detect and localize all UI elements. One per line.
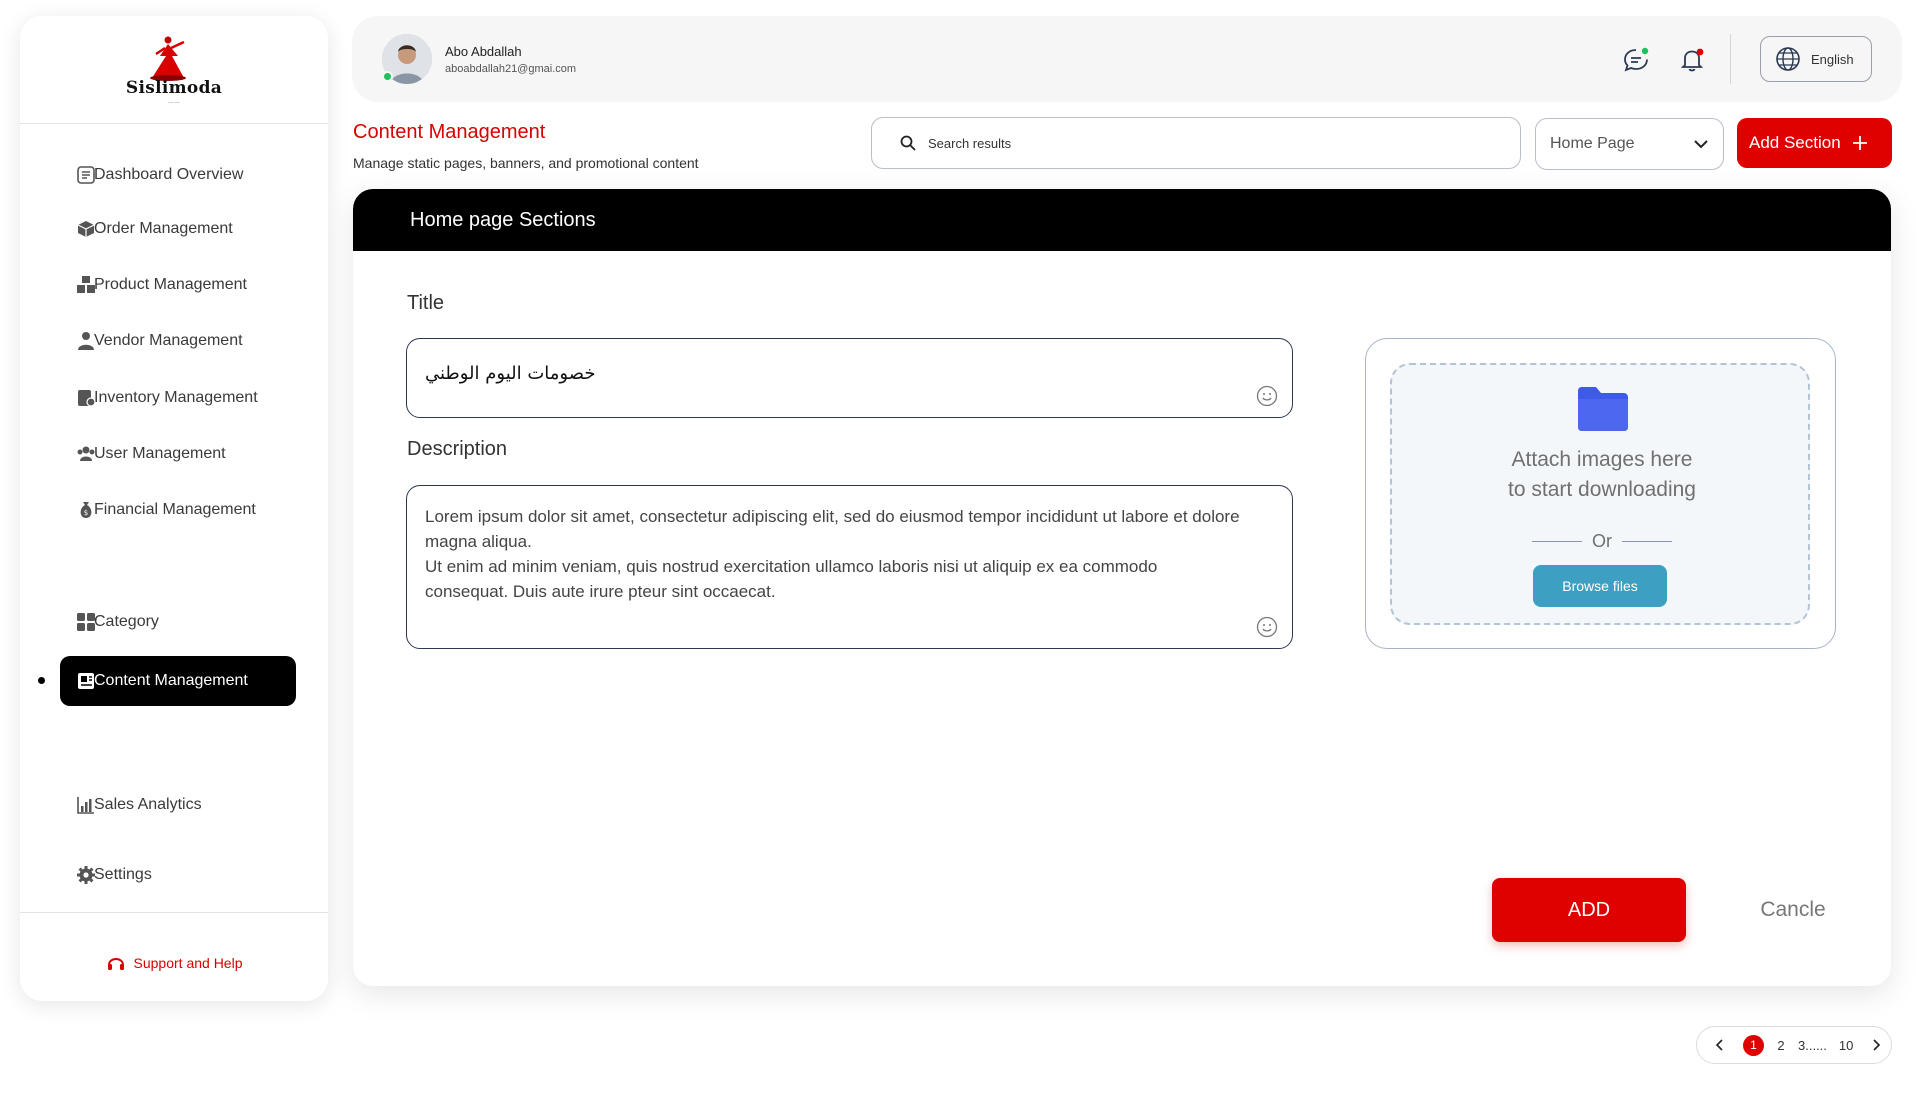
chart-icon bbox=[77, 797, 94, 814]
search-placeholder: Search results bbox=[928, 135, 1012, 151]
cancel-button[interactable]: Cancle bbox=[1718, 878, 1868, 942]
prev-page-button[interactable] bbox=[1709, 1034, 1731, 1056]
pagination: 1 2 3...... 10 bbox=[1696, 1026, 1892, 1064]
title-label: Title bbox=[407, 292, 445, 314]
sidebar-item-content-management[interactable]: Content Management bbox=[60, 656, 296, 706]
user-name: Abo Abdallah bbox=[445, 44, 522, 59]
online-status-dot bbox=[382, 71, 393, 82]
description-field[interactable]: Lorem ipsum dolor sit amet, consectetur … bbox=[406, 485, 1293, 649]
chevron-down-icon bbox=[1694, 140, 1708, 149]
sidebar-item-label: Vendor Management bbox=[94, 332, 243, 349]
sidebar-footer: Support and Help bbox=[20, 912, 328, 1001]
description-value: Lorem ipsum dolor sit amet, consectetur … bbox=[425, 507, 1240, 601]
image-upload-area: Attach images here to start downloading … bbox=[1365, 338, 1836, 649]
browse-files-button[interactable]: Browse files bbox=[1533, 565, 1667, 607]
add-section-label: Add Section bbox=[1749, 133, 1841, 152]
sidebar-item-label: Settings bbox=[94, 866, 152, 883]
sidebar-item-inventory-management[interactable]: Inventory Management bbox=[60, 373, 296, 423]
divider-line bbox=[1532, 540, 1582, 543]
brand-logo[interactable]: Sislimoda — — bbox=[20, 16, 328, 124]
plus-icon bbox=[1852, 136, 1867, 150]
content-icon bbox=[78, 673, 94, 689]
sidebar-item-product-management[interactable]: Product Management bbox=[60, 260, 296, 310]
sidebar-item-vendor-management[interactable]: Vendor Management bbox=[60, 316, 296, 366]
boxes-icon bbox=[77, 276, 95, 293]
or-divider: Or bbox=[1392, 531, 1812, 552]
divider bbox=[1730, 34, 1731, 84]
inventory-icon bbox=[78, 390, 96, 407]
next-page-button[interactable] bbox=[1865, 1034, 1887, 1056]
box-icon bbox=[77, 221, 95, 237]
sidebar-item-label: Inventory Management bbox=[94, 389, 258, 406]
chat-icon[interactable] bbox=[1622, 46, 1650, 74]
page-select-value: Home Page bbox=[1550, 135, 1635, 152]
chevron-left-icon bbox=[1715, 1039, 1723, 1051]
sidebar-item-label: Category bbox=[94, 613, 159, 630]
emoji-icon[interactable] bbox=[1256, 616, 1278, 638]
active-indicator-dot bbox=[38, 677, 45, 684]
page-number-current[interactable]: 1 bbox=[1743, 1034, 1764, 1056]
add-button[interactable]: ADD bbox=[1492, 878, 1686, 942]
folder-icon bbox=[1578, 387, 1628, 431]
users-icon bbox=[77, 446, 95, 461]
or-label: Or bbox=[1592, 531, 1612, 551]
page-number[interactable]: 3...... bbox=[1798, 1038, 1827, 1053]
sidebar-item-user-management[interactable]: User Management bbox=[60, 429, 296, 479]
gear-icon bbox=[77, 866, 95, 884]
brand-tagline-mark: — — bbox=[168, 100, 180, 106]
sidebar-item-label: Order Management bbox=[94, 220, 233, 237]
sidebar-item-label: Financial Management bbox=[94, 501, 256, 518]
sidebar-item-label: Product Management bbox=[94, 276, 247, 293]
sidebar-item-label: Dashboard Overview bbox=[94, 166, 244, 183]
sidebar-item-settings[interactable]: Settings bbox=[60, 850, 296, 900]
title-field[interactable]: خصومات اليوم الوطني bbox=[406, 338, 1293, 418]
headset-icon bbox=[107, 958, 124, 970]
globe-icon bbox=[1776, 47, 1800, 71]
bell-icon[interactable] bbox=[1678, 46, 1706, 74]
vendor-icon bbox=[78, 332, 94, 350]
page-select[interactable]: Home Page bbox=[1535, 118, 1724, 170]
title-value: خصومات اليوم الوطني bbox=[425, 363, 596, 384]
add-section-button[interactable]: Add Section bbox=[1737, 118, 1892, 168]
language-label: English bbox=[1811, 51, 1854, 67]
page-subtitle: Manage static pages, banners, and promot… bbox=[353, 155, 699, 171]
sidebar-item-dashboard-overview[interactable]: Dashboard Overview bbox=[60, 150, 296, 200]
image-dropzone[interactable]: Attach images here to start downloading … bbox=[1390, 363, 1810, 625]
section-editor-panel: Home page Sections Title خصومات اليوم ال… bbox=[353, 189, 1891, 986]
svg-text:$: $ bbox=[84, 509, 88, 517]
page-title: Content Management bbox=[353, 121, 546, 143]
brand-name: Sislimoda bbox=[125, 78, 223, 98]
sidebar: Sislimoda — — Dashboard Overview Order M… bbox=[20, 16, 328, 1001]
sidebar-item-category[interactable]: Category bbox=[60, 597, 296, 647]
support-link[interactable]: Support and Help bbox=[20, 953, 328, 973]
sidebar-item-order-management[interactable]: Order Management bbox=[60, 204, 296, 254]
search-input[interactable]: Search results bbox=[871, 117, 1521, 169]
description-label: Description bbox=[407, 438, 508, 460]
emoji-icon[interactable] bbox=[1256, 385, 1278, 407]
dashboard-icon bbox=[77, 166, 95, 184]
page-number[interactable]: 2 bbox=[1776, 1038, 1786, 1053]
sidebar-item-label: User Management bbox=[94, 445, 226, 462]
support-label: Support and Help bbox=[133, 955, 243, 971]
top-bar: Abo Abdallah aboabdallah21@gmai.com Engl… bbox=[352, 16, 1902, 102]
sidebar-item-sales-analytics[interactable]: Sales Analytics bbox=[60, 780, 296, 830]
attach-instructions: Attach images here to start downloading bbox=[1508, 448, 1696, 501]
user-email: aboabdallah21@gmai.com bbox=[445, 63, 577, 75]
chevron-right-icon bbox=[1873, 1039, 1881, 1051]
page-number[interactable]: 10 bbox=[1839, 1038, 1853, 1053]
sidebar-item-financial-management[interactable]: $ Financial Management bbox=[60, 485, 296, 535]
dervish-logo-icon bbox=[150, 36, 186, 81]
search-icon bbox=[900, 135, 916, 151]
panel-heading: Home page Sections bbox=[353, 189, 1891, 251]
divider-line bbox=[1622, 540, 1672, 543]
language-button[interactable]: English bbox=[1760, 36, 1872, 82]
sidebar-item-label: Content Management bbox=[94, 672, 248, 689]
sidebar-item-label: Sales Analytics bbox=[94, 796, 202, 813]
money-bag-icon: $ bbox=[80, 502, 92, 518]
grid-icon bbox=[77, 613, 95, 631]
